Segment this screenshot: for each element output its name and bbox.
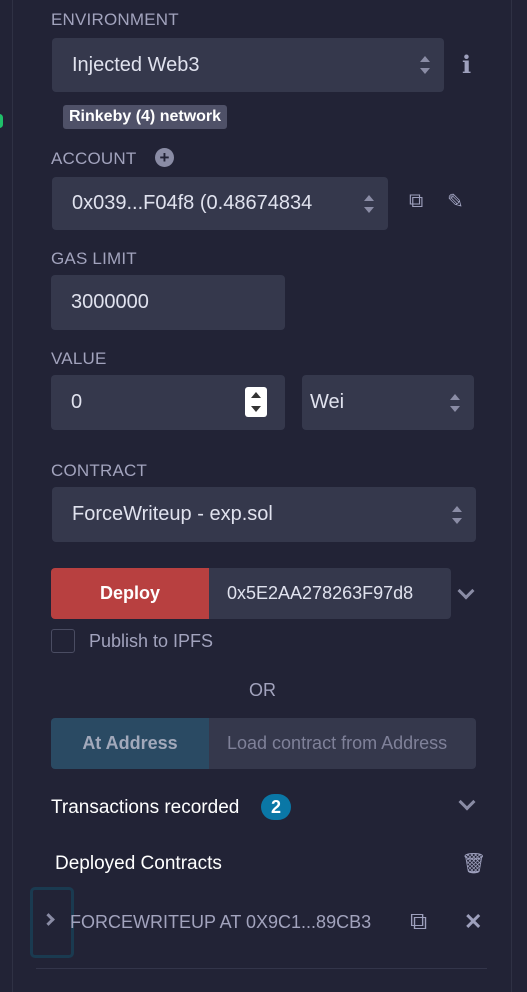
deployed-contracts-label: Deployed Contracts: [55, 853, 222, 874]
transactions-label[interactable]: Transactions recorded: [51, 797, 239, 819]
contract-label: CONTRACT: [51, 461, 148, 480]
unit-value: Wei: [310, 391, 345, 413]
left-divider: [12, 0, 13, 992]
value-label: VALUE: [51, 349, 107, 368]
chevron-down-icon[interactable]: [457, 582, 475, 600]
gas-limit-value: 3000000: [71, 291, 149, 313]
unit-select[interactable]: Wei: [302, 375, 474, 430]
account-value: 0x039...F04f8 (0.48674834: [72, 192, 313, 214]
divider: [36, 968, 487, 969]
copy-address-icon[interactable]: ⧉: [410, 908, 427, 936]
environment-label: ENVIRONMENT: [51, 10, 179, 29]
select-arrows-icon: [420, 55, 430, 75]
deploy-button[interactable]: Deploy: [51, 568, 209, 619]
copy-icon[interactable]: ⧉: [409, 190, 423, 213]
value-amount: 0: [71, 391, 83, 413]
network-badge: Rinkeby (4) network: [63, 105, 228, 129]
gas-limit-label: GAS LIMIT: [51, 249, 137, 268]
deploy-args-value: 0x5E2AA278263F97d8: [227, 583, 414, 603]
gas-limit-input[interactable]: 3000000: [51, 275, 285, 330]
trash-icon[interactable]: 🗑: [461, 851, 486, 876]
account-select[interactable]: 0x039...F04f8 (0.48674834: [52, 177, 388, 230]
publish-ipfs-checkbox[interactable]: [51, 629, 75, 653]
edit-icon[interactable]: ✎: [447, 189, 464, 214]
close-icon[interactable]: ✕: [464, 909, 482, 935]
select-arrows-icon: [450, 393, 460, 413]
transactions-count-badge: 2: [261, 794, 291, 820]
deployed-contract-name: FORCEWRITEUP AT 0X9C1...89CB3: [70, 912, 372, 932]
value-input[interactable]: 0: [51, 375, 285, 430]
environment-value: Injected Web3: [72, 53, 200, 76]
at-address-button[interactable]: At Address: [51, 718, 209, 769]
at-address-input[interactable]: [209, 718, 476, 769]
deploy-args-input[interactable]: 0x5E2AA278263F97d8: [209, 568, 451, 619]
select-arrows-icon: [364, 194, 374, 214]
value-stepper[interactable]: [245, 387, 267, 417]
contract-value: ForceWriteup - exp.sol: [72, 503, 273, 525]
publish-ipfs-label: Publish to IPFS: [89, 631, 214, 651]
select-arrows-icon: [452, 505, 462, 525]
expand-contract-button[interactable]: [30, 887, 74, 958]
account-label: ACCOUNT: [51, 149, 137, 168]
info-icon[interactable]: i: [462, 50, 471, 79]
status-dot: [0, 114, 3, 128]
chevron-down-icon[interactable]: [458, 793, 476, 811]
add-account-icon[interactable]: +: [155, 148, 174, 167]
right-divider: [511, 0, 512, 992]
environment-select[interactable]: Injected Web3: [52, 38, 444, 92]
or-label: OR: [249, 680, 276, 700]
contract-select[interactable]: ForceWriteup - exp.sol: [52, 487, 476, 542]
